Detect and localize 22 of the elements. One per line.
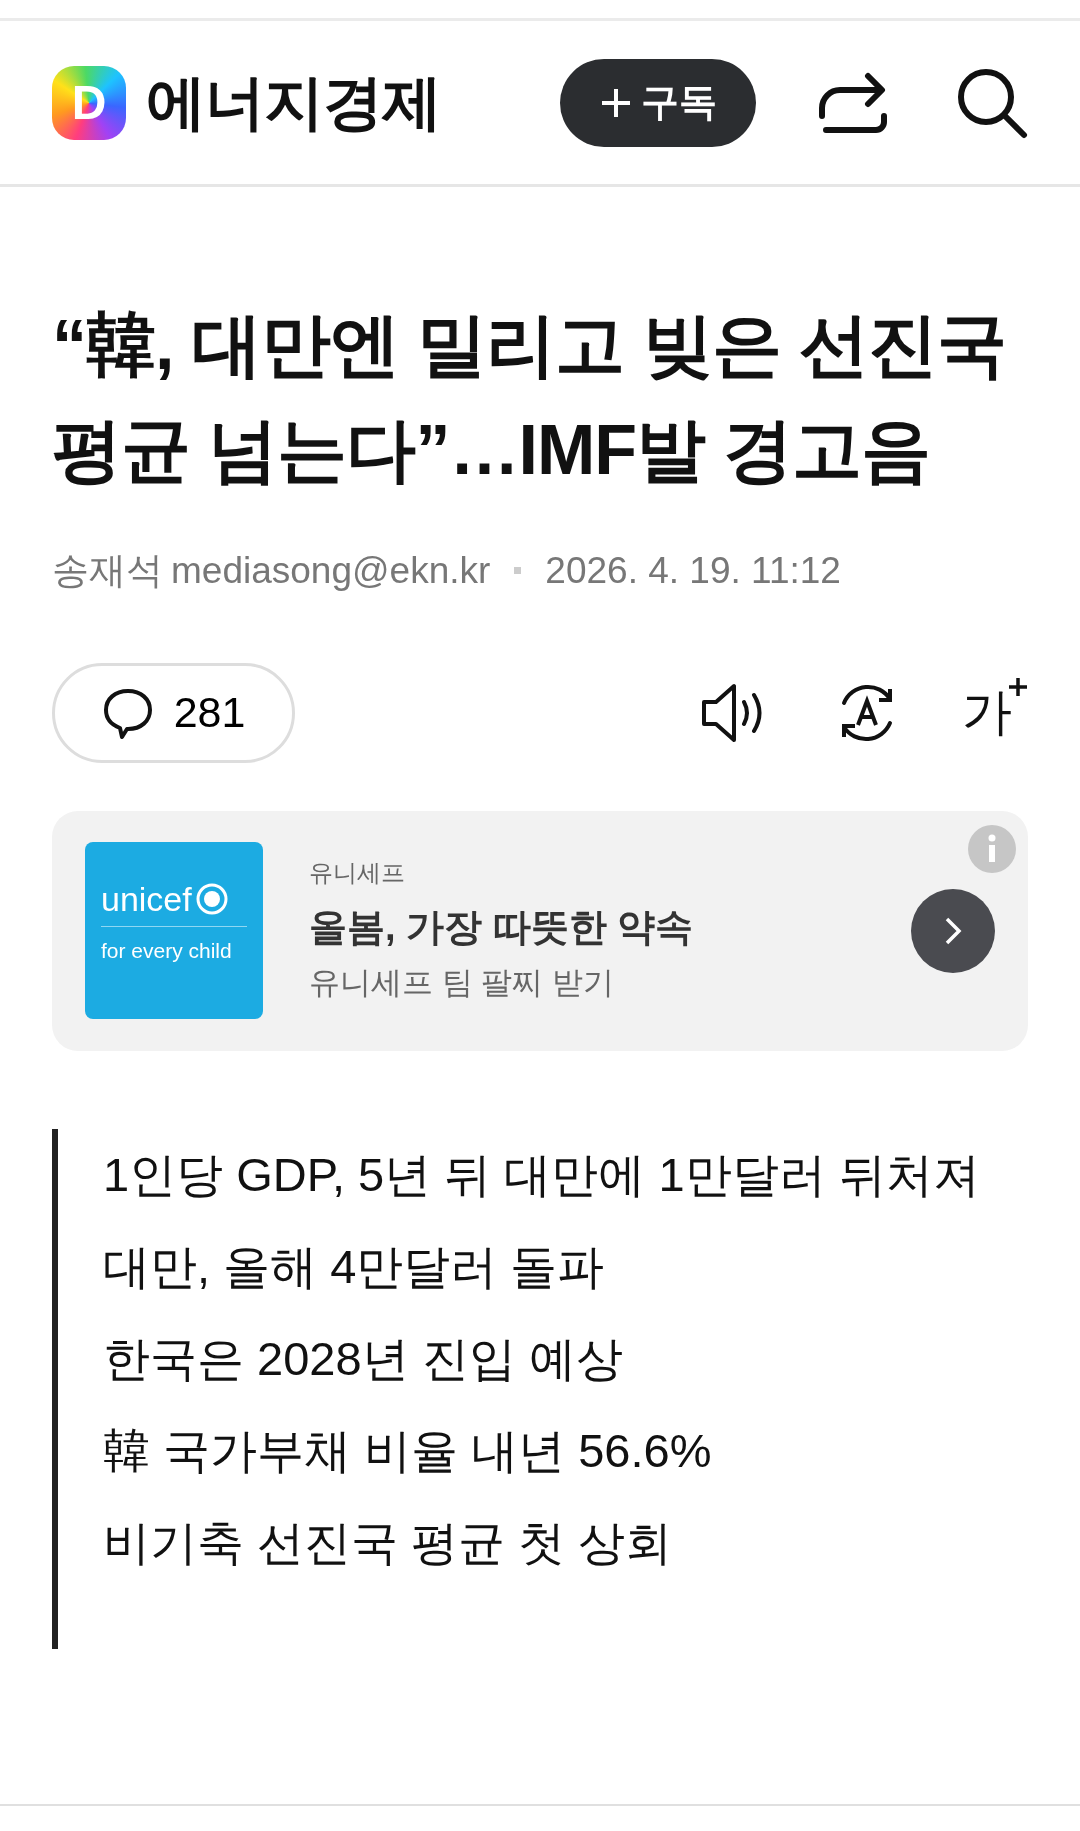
subscribe-button[interactable]: 구독 — [560, 58, 756, 147]
logo-text: unicef — [101, 882, 192, 916]
summary-line: 비기축 선진국 평균 첫 상회 — [103, 1514, 674, 1571]
logo-tagline: for every child — [101, 926, 247, 967]
site-name: 에너지경제 — [146, 67, 441, 138]
comment-button[interactable]: 281 — [52, 662, 295, 763]
ad-card[interactable]: unicef for every child 유니세프 올봄, 가장 따뜻한 약속 유니세프 팀 팔찌 받기 — [52, 810, 1028, 1051]
speech-bubble-icon — [101, 686, 154, 739]
summary-line: 韓 국가부채 비율 내년 56.6% — [103, 1422, 713, 1479]
font-size-button[interactable]: 가 — [962, 675, 1028, 750]
author-email: mediasong@ekn.kr — [171, 549, 491, 593]
article-title: “韓, 대만엔 밀리고 빚은 선진국 평균 넘는다”…IMF발 경고음 — [51, 305, 1008, 491]
summary-line: 대만, 올해 4만달러 돌파 — [103, 1238, 606, 1295]
summary-line: 1인당 GDP, 5년 뒤 대만에 1만달러 뒤처져 — [103, 1146, 981, 1203]
search-icon[interactable] — [956, 66, 1028, 139]
ad-subtitle: 유니세프 팀 팔찌 받기 — [309, 963, 615, 1002]
author-name: 송재석 — [52, 549, 163, 593]
share-icon[interactable] — [818, 71, 888, 134]
publish-date: 2026. 4. 19. 11:12 — [545, 549, 841, 593]
summary-line: 한국은 2028년 진입 예상 — [103, 1330, 624, 1387]
advertiser-name: 유니세프 — [309, 857, 406, 888]
ad-headline: 올봄, 가장 따뜻한 약속 — [309, 904, 694, 950]
